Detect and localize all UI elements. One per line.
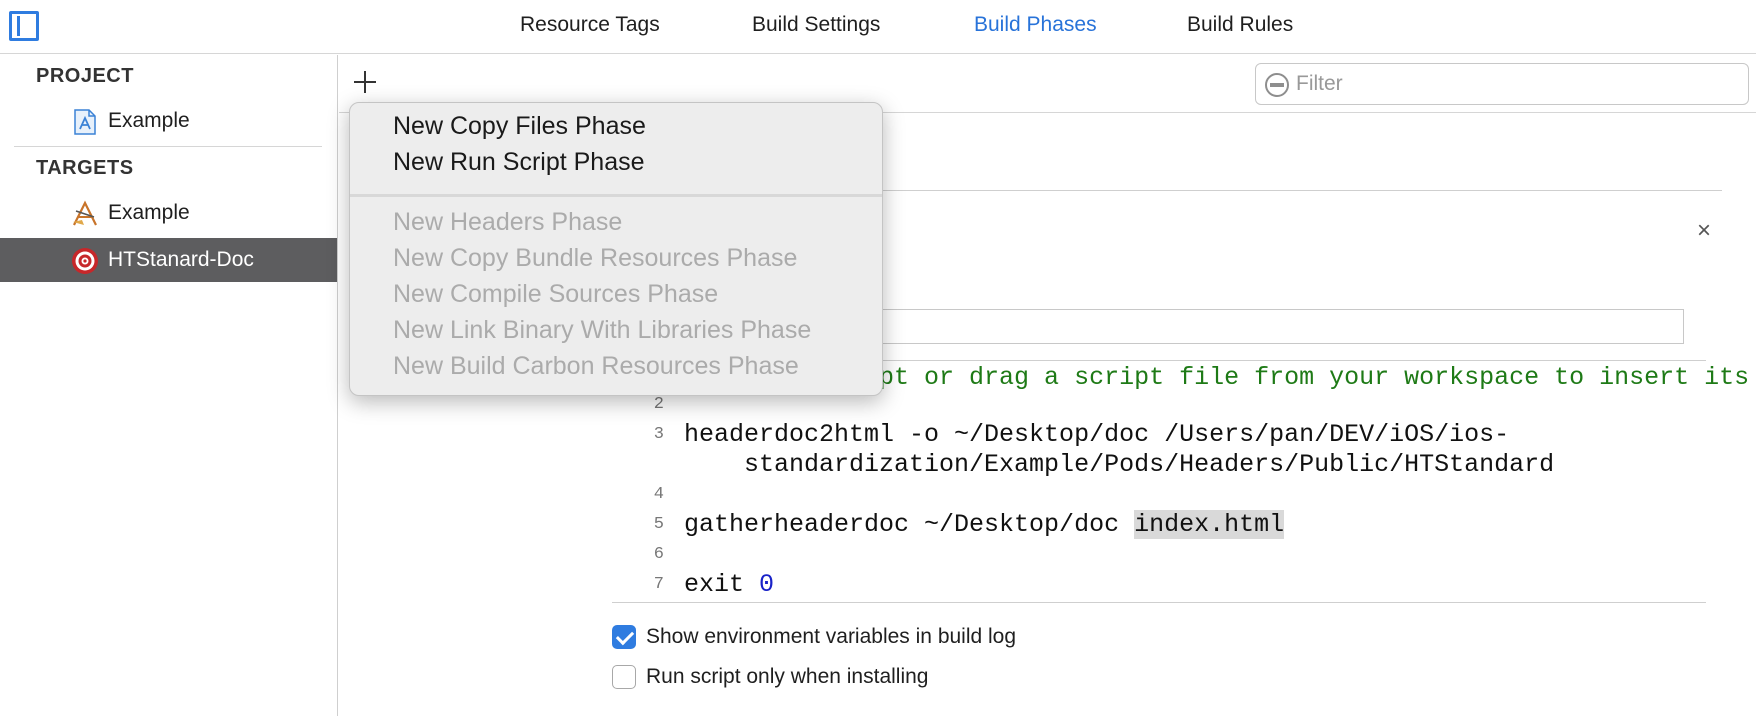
menu-item-new-headers-phase: New Headers Phase xyxy=(393,208,623,236)
line-number: 6 xyxy=(653,545,664,564)
sidebar-item-target-example[interactable]: Example xyxy=(0,191,337,235)
run-only-when-installing-checkbox[interactable] xyxy=(612,665,636,689)
sidebar-item-project-example[interactable]: Example xyxy=(0,99,337,143)
project-section-header: PROJECT xyxy=(36,65,134,87)
add-phase-menu: New Copy Files Phase New Run Script Phas… xyxy=(349,102,883,396)
filter-field[interactable] xyxy=(1255,63,1749,105)
tab-resource-tags[interactable]: Resource Tags xyxy=(520,13,660,37)
line-number: 4 xyxy=(653,485,664,504)
code-line: exit 0 xyxy=(684,570,774,599)
targets-section-header: TARGETS xyxy=(36,157,134,179)
code-line: gatherheaderdoc ~/Desktop/doc index.html xyxy=(684,510,1285,539)
menu-item-new-build-carbon-resources-phase: New Build Carbon Resources Phase xyxy=(393,352,799,380)
line-number: 5 xyxy=(653,515,664,534)
xcode-project-icon xyxy=(74,109,96,135)
sidebar-divider xyxy=(14,146,322,147)
filter-icon xyxy=(1265,73,1289,97)
sidebar-item-label: HTStanard-Doc xyxy=(108,248,254,271)
editor-bottom-border xyxy=(612,602,1706,603)
menu-item-new-run-script-phase[interactable]: New Run Script Phase xyxy=(350,148,882,182)
selected-text: index.html xyxy=(1134,510,1285,539)
shell-field[interactable] xyxy=(860,309,1684,344)
menu-item-new-copy-bundle-resources-phase: New Copy Bundle Resources Phase xyxy=(393,244,798,272)
code-line-continuation: standardization/Example/Pods/Headers/Pub… xyxy=(684,450,1555,479)
code-number: 0 xyxy=(759,570,775,599)
aggregate-target-icon xyxy=(72,248,98,274)
code-line: headerdoc2html -o ~/Desktop/doc /Users/p… xyxy=(684,420,1510,449)
menu-item-new-compile-sources-phase: New Compile Sources Phase xyxy=(393,280,719,308)
code-text: exit xyxy=(684,570,760,599)
sidebar-item-label: Example xyxy=(108,201,190,224)
sidebar-item-target-htstanard-doc[interactable]: HTStanard-Doc xyxy=(0,238,337,282)
sidebar-item-label: Example xyxy=(108,109,190,132)
show-env-vars-checkbox[interactable] xyxy=(612,625,636,649)
checkbox-label: Run script only when installing xyxy=(646,665,929,688)
tab-build-phases[interactable]: Build Phases xyxy=(974,13,1097,37)
add-phase-button[interactable] xyxy=(352,69,378,95)
filter-input[interactable] xyxy=(1296,70,1736,98)
tab-build-settings[interactable]: Build Settings xyxy=(752,13,880,37)
line-number: 3 xyxy=(653,425,664,444)
sidebar: PROJECT Example TARGETS Example HTStanar… xyxy=(0,55,338,716)
app-target-icon xyxy=(73,200,97,226)
delete-phase-button[interactable]: × xyxy=(1697,217,1711,245)
top-tab-bar: Resource Tags Build Settings Build Phase… xyxy=(0,0,1756,54)
menu-separator xyxy=(350,194,882,197)
line-number: 2 xyxy=(653,395,664,414)
code-text: gatherheaderdoc ~/Desktop/doc xyxy=(684,510,1135,539)
menu-item-new-link-binary-phase: New Link Binary With Libraries Phase xyxy=(393,316,812,344)
sidebar-toggle-icon[interactable] xyxy=(9,11,39,41)
line-number: 7 xyxy=(653,575,664,594)
checkbox-label: Show environment variables in build log xyxy=(646,625,1017,648)
script-editor[interactable]: 1 # Type a script or drag a script file … xyxy=(612,361,1749,603)
tab-build-rules[interactable]: Build Rules xyxy=(1187,13,1293,37)
menu-item-new-copy-files-phase[interactable]: New Copy Files Phase xyxy=(350,112,882,146)
